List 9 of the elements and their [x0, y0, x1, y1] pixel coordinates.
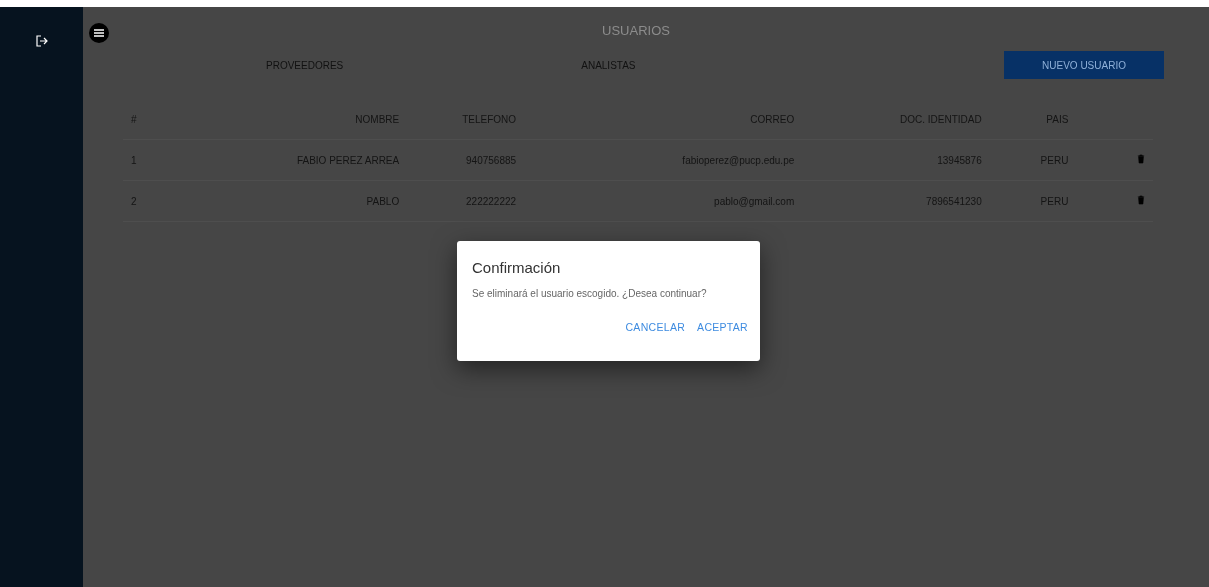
new-user-button[interactable]: NUEVO USUARIO [1004, 51, 1164, 79]
menu-icon[interactable] [89, 23, 109, 43]
dialog-message: Se eliminará el usuario escogido. ¿Desea continuar? [472, 288, 707, 299]
dialog-title: Confirmación [472, 259, 561, 276]
accept-button[interactable]: ACEPTAR [693, 317, 752, 337]
logout-icon[interactable] [35, 35, 48, 47]
column-header: # [131, 113, 137, 125]
page-title: USUARIOS [602, 22, 670, 40]
cancel-button[interactable]: CANCELAR [621, 317, 690, 337]
